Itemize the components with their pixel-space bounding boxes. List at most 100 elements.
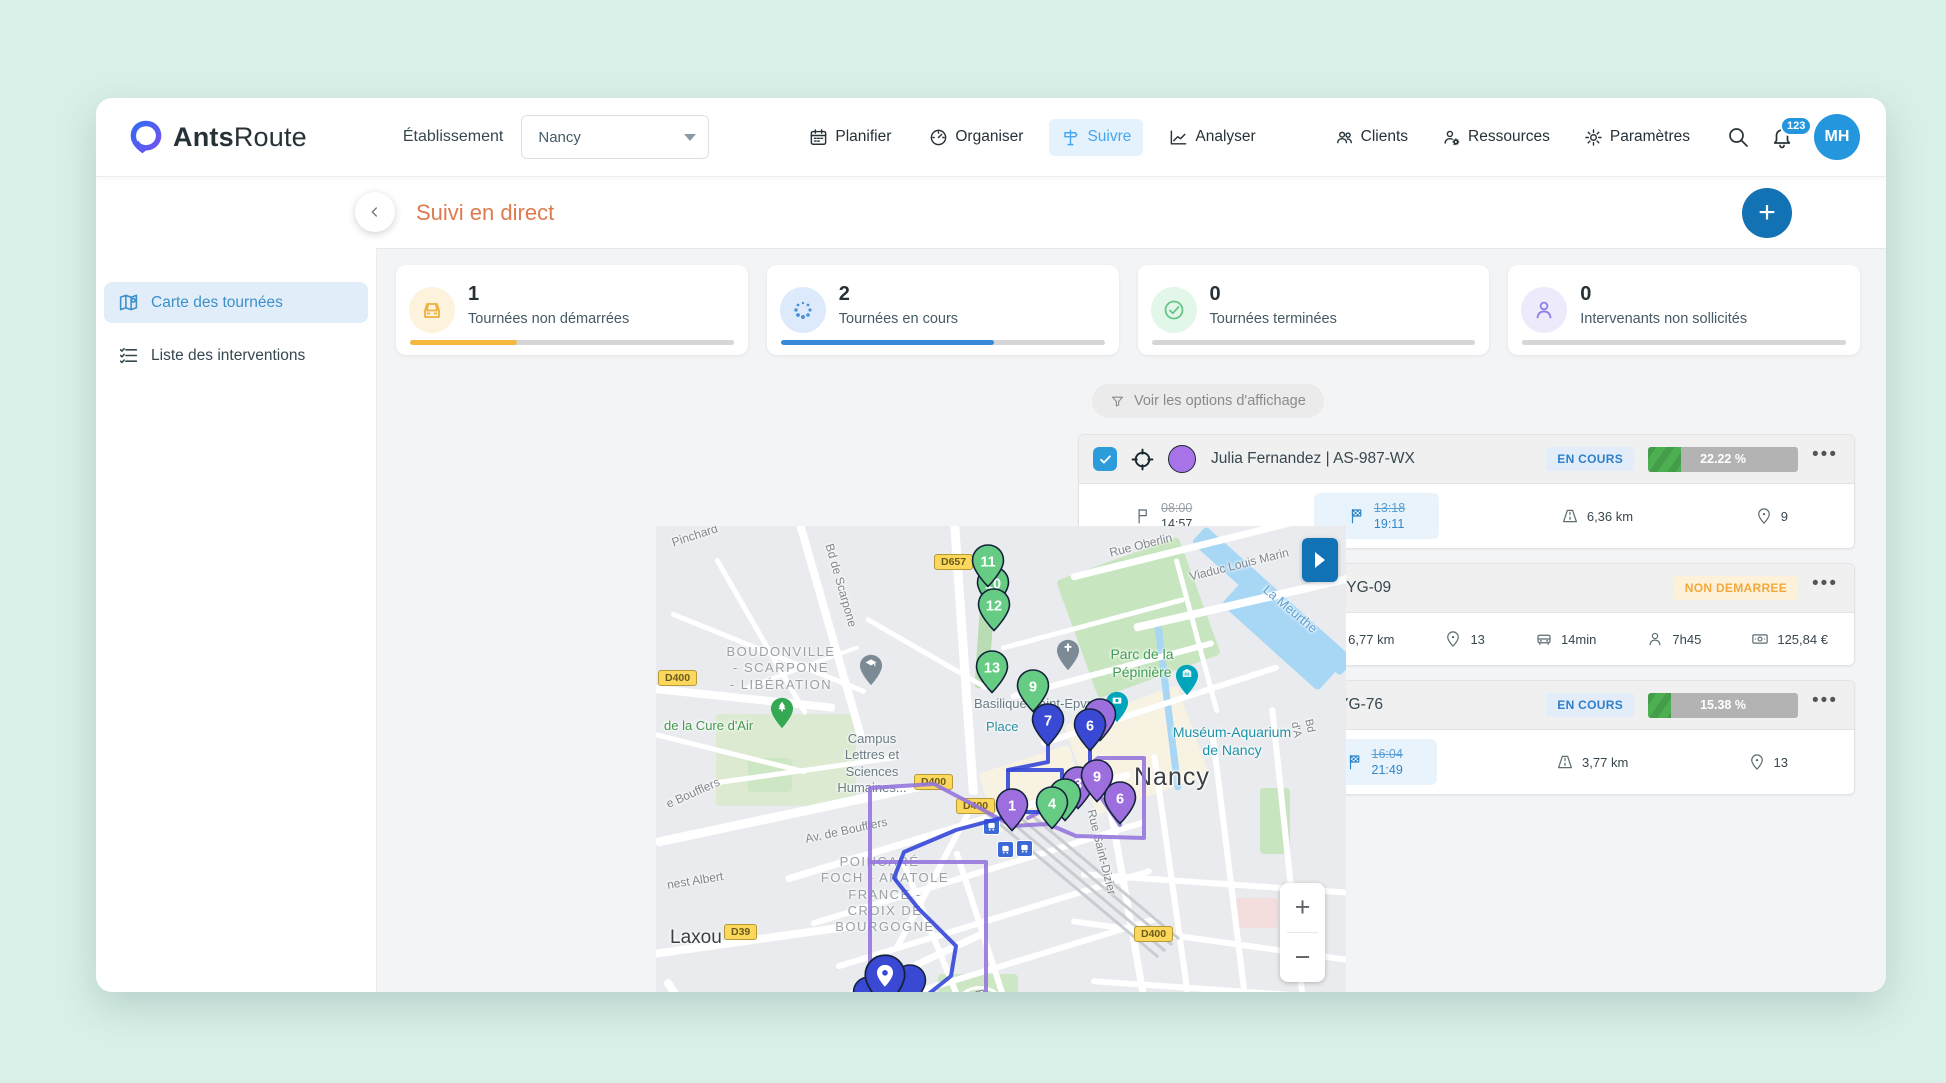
finish-icon <box>1346 753 1364 771</box>
nav-item-paramètres[interactable]: Paramètres <box>1572 119 1702 156</box>
establishment-label: Établissement <box>403 128 504 146</box>
map-marker-blue[interactable] <box>863 954 907 992</box>
map-marker-blue-6[interactable]: 6 <box>1073 708 1107 757</box>
search-icon <box>1726 125 1750 149</box>
metric-person: 7h45 <box>1646 630 1701 648</box>
filter-funnel-icon <box>1110 394 1125 409</box>
sidebar-item[interactable]: Liste des interventions <box>104 335 368 376</box>
stat-value: 2 <box>839 283 850 306</box>
logo-text: AntsRoute <box>173 122 307 153</box>
cash-icon <box>1751 630 1769 648</box>
persongear-icon <box>1442 128 1461 147</box>
stat-card: 2 Tournées en cours <box>767 265 1119 355</box>
poi-pin-museum[interactable] <box>1174 663 1200 702</box>
map-marker-green-12[interactable]: 12 <box>977 588 1011 637</box>
route-checkbox[interactable] <box>1093 447 1117 471</box>
stat-label: Intervenants non sollicités <box>1580 311 1747 327</box>
establishment-select[interactable]: Nancy <box>521 115 709 159</box>
nav-item-ressources[interactable]: Ressources <box>1430 119 1562 156</box>
user-avatar[interactable]: MH <box>1814 114 1860 160</box>
map-marker-green-11[interactable]: 11 <box>971 544 1005 593</box>
sidebar: Carte des tournées Liste des intervention… <box>96 176 377 992</box>
car-icon <box>1535 630 1553 648</box>
nav-item-analyser[interactable]: Analyser <box>1157 119 1267 156</box>
map-marker-purple-6[interactable]: 6 <box>1103 781 1137 830</box>
svg-text:7: 7 <box>1044 714 1052 730</box>
top-navbar: AntsRoute Établissement Nancy Planifier O… <box>96 98 1886 177</box>
header-icons: 123 MH <box>1726 114 1860 160</box>
metric-cash: 125,84 € <box>1751 630 1828 648</box>
truck-icon <box>420 298 444 322</box>
road-icon <box>1561 507 1579 525</box>
stat-label: Tournées en cours <box>839 311 958 327</box>
stat-progress <box>781 340 1105 345</box>
route-progress-bar: 22.22 % <box>1648 447 1798 472</box>
map-marker-green-4[interactable]: 4 <box>1035 786 1069 835</box>
poi-pin-campus[interactable] <box>858 653 884 692</box>
chevron-left-icon <box>367 204 383 220</box>
zoom-in-button[interactable]: + <box>1280 883 1325 932</box>
chevron-down-icon <box>684 134 696 141</box>
people-icon <box>1335 128 1354 147</box>
logo-icon <box>128 119 164 155</box>
locate-target-icon[interactable] <box>1130 447 1155 472</box>
sidebar-item[interactable]: Carte des tournées <box>104 282 368 323</box>
back-button[interactable] <box>355 192 395 232</box>
svg-text:13: 13 <box>984 661 1000 677</box>
display-options-button[interactable]: Voir les options d'affichage <box>1092 384 1324 418</box>
content-area: 1Tournées non démarrées 2 Tournées en cour… <box>376 248 1886 992</box>
chart-icon <box>1169 128 1188 147</box>
notifications-bell-icon[interactable]: 123 <box>1770 125 1794 149</box>
page-title: Suivi en direct <box>416 200 554 226</box>
app-window: AntsRoute Établissement Nancy Planifier O… <box>96 98 1886 992</box>
stat-value: 1 <box>468 283 479 306</box>
route-progress-bar: 15.38 % <box>1648 693 1798 718</box>
svg-text:11: 11 <box>980 555 995 571</box>
nav-item-planifier[interactable]: Planifier <box>797 119 903 156</box>
live-map[interactable]: PinchardBd de ScarponeRue OberlinViaduc … <box>656 526 1346 992</box>
stat-card: 1Tournées non démarrées <box>396 265 748 355</box>
map-marker-purple-1[interactable]: 1 <box>995 788 1029 837</box>
more-options-button[interactable]: ••• <box>1812 450 1838 468</box>
svg-text:9: 9 <box>1093 770 1101 786</box>
antsroute-logo[interactable]: AntsRoute <box>128 119 307 155</box>
nav-item-suivre[interactable]: Suivre <box>1049 119 1143 156</box>
driver-color-dot <box>1168 445 1196 473</box>
search-icon[interactable] <box>1726 125 1750 149</box>
calendar-icon <box>809 128 828 147</box>
map-marker-blue-7[interactable]: 7 <box>1031 703 1065 752</box>
finish-icon <box>1348 507 1366 525</box>
stat-progress <box>1522 340 1846 345</box>
person-icon <box>1532 298 1556 322</box>
check-icon <box>1162 298 1186 322</box>
more-options-button[interactable]: ••• <box>1812 579 1838 597</box>
svg-text:6: 6 <box>1086 719 1094 735</box>
more-options-button[interactable]: ••• <box>1812 696 1838 714</box>
metric-pin: 13 <box>1444 630 1484 648</box>
person-icon <box>1646 630 1664 648</box>
zoom-out-button[interactable]: − <box>1280 933 1325 982</box>
establishment-group: Établissement Nancy <box>403 115 710 159</box>
nav-item-organiser[interactable]: Organiser <box>917 119 1035 156</box>
nav-item-clients[interactable]: Clients <box>1323 119 1420 156</box>
main-nav: Planifier Organiser Suivre Analyser <box>797 119 1267 156</box>
metric-road: 6,36 km <box>1561 507 1633 525</box>
stat-card: 0Tournées terminées <box>1138 265 1490 355</box>
signpost-icon <box>1061 128 1080 147</box>
poi-pin-church[interactable] <box>1055 638 1081 677</box>
road-icon <box>1556 753 1574 771</box>
stats-row: 1Tournées non démarrées 2 Tournées en cour… <box>396 265 1860 355</box>
spinner-icon <box>791 298 815 322</box>
driver-name: Julia Fernandez | AS-987-WX <box>1211 450 1415 468</box>
checklist-icon <box>118 345 139 366</box>
stat-card: 0Intervenants non sollicités <box>1508 265 1860 355</box>
map-marker-green-13[interactable]: 13 <box>975 650 1009 699</box>
panel-toggle-button[interactable] <box>1302 538 1338 582</box>
add-button[interactable]: + <box>1742 188 1792 238</box>
poi-pin-tree[interactable] <box>769 696 795 735</box>
status-badge: EN COURS <box>1546 447 1634 471</box>
map-zoom-control: + − <box>1280 883 1325 982</box>
svg-text:6: 6 <box>1116 792 1124 808</box>
svg-text:12: 12 <box>986 599 1002 615</box>
establishment-value: Nancy <box>538 129 581 146</box>
